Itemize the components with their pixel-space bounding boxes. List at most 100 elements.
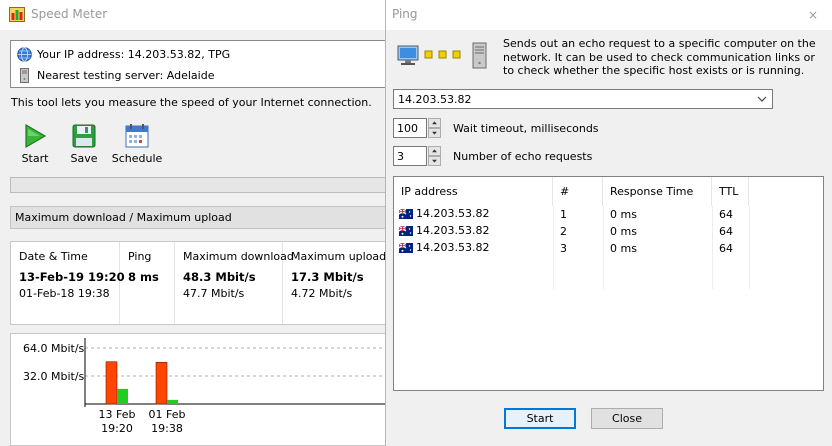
measurement-mode-label: Maximum download / Maximum upload bbox=[15, 211, 232, 224]
chart-y-tick-label: 32.0 Mbit/s bbox=[23, 370, 85, 383]
australia-flag-icon bbox=[399, 225, 413, 236]
ip-address-row: Your IP address: 14.203.53.82, TPG bbox=[17, 47, 230, 62]
results-column-date: Date & Time 13-Feb-19 19:20 01-Feb-18 19… bbox=[11, 242, 125, 324]
spin-up-arrow-icon[interactable] bbox=[428, 118, 441, 128]
ping-close-button[interactable]: Close bbox=[591, 408, 663, 429]
spin-down-arrow-icon[interactable] bbox=[428, 128, 441, 138]
server-tower-icon bbox=[472, 42, 487, 69]
chart-x-tick-label: 13 Feb bbox=[99, 408, 136, 421]
connection-info-panel: Your IP address: 14.203.53.82, TPG Neare… bbox=[10, 40, 385, 88]
row-number: 1 bbox=[560, 208, 567, 221]
speed-history-chart-svg: 64.0 Mbit/s 32.0 Mbit/s 13 Feb19:20 01 Feb1… bbox=[23, 338, 385, 435]
ping-results-list[interactable]: IP address # Response Time TTL 14.203.53… bbox=[393, 176, 824, 391]
column-header-response-time[interactable]: Response Time bbox=[603, 177, 712, 206]
globe-icon bbox=[17, 47, 32, 62]
speed-meter-app-icon bbox=[9, 7, 25, 22]
echo-count-spinner[interactable]: 3 bbox=[393, 146, 441, 166]
speed-results-table: Date & Time 13-Feb-19 19:20 01-Feb-18 19… bbox=[10, 241, 386, 325]
table-row[interactable]: 14.203.53.82 2 0 ms 64 bbox=[394, 223, 825, 240]
timeout-input[interactable]: 100 bbox=[393, 118, 427, 138]
row-ip-address: 14.203.53.82 bbox=[416, 241, 490, 254]
chart-bar bbox=[155, 361, 168, 405]
latest-ping: 8 ms bbox=[128, 270, 159, 284]
previous-upload: 4.72 Mbit/s bbox=[291, 287, 353, 300]
table-row[interactable]: 14.203.53.82 3 0 ms 64 bbox=[394, 240, 825, 257]
row-response-time: 0 ms bbox=[610, 225, 637, 238]
ping-start-button[interactable]: Start bbox=[504, 408, 576, 429]
spin-down-arrow-icon[interactable] bbox=[428, 156, 441, 166]
echo-count-input[interactable]: 3 bbox=[393, 146, 427, 166]
latest-date: 13-Feb-19 19:20 bbox=[19, 270, 125, 284]
results-column-ping: Ping 8 ms bbox=[120, 242, 175, 324]
testing-server-text: Nearest testing server: Adelaide bbox=[37, 69, 215, 82]
test-progress-bar bbox=[10, 177, 385, 193]
chart-x-tick-label: 01 Feb bbox=[149, 408, 186, 421]
floppy-disk-icon bbox=[72, 124, 96, 148]
start-test-label: Start bbox=[21, 152, 49, 165]
row-number: 2 bbox=[560, 225, 567, 238]
column-header-ttl[interactable]: TTL bbox=[712, 177, 749, 206]
previous-download: 47.7 Mbit/s bbox=[183, 287, 245, 300]
timeout-spinner[interactable]: 100 bbox=[393, 118, 441, 138]
ping-network-icon bbox=[397, 42, 487, 69]
target-host-value: 14.203.53.82 bbox=[398, 93, 472, 106]
row-ttl: 64 bbox=[719, 242, 733, 255]
column-header-ip-address[interactable]: IP address bbox=[394, 177, 553, 206]
australia-flag-icon bbox=[399, 242, 413, 253]
row-response-time: 0 ms bbox=[610, 208, 637, 221]
australia-flag-icon bbox=[399, 208, 413, 219]
chevron-down-icon[interactable] bbox=[756, 92, 768, 106]
table-row[interactable]: 14.203.53.82 1 0 ms 64 bbox=[394, 206, 825, 223]
speed-meter-titlebar[interactable]: Speed Meter bbox=[0, 0, 385, 30]
speed-meter-window: Speed Meter Your IP address: 14.203.53.8… bbox=[0, 0, 386, 446]
ping-description: Sends out an echo request to a specific … bbox=[503, 37, 816, 77]
play-icon bbox=[25, 123, 47, 149]
save-results-button[interactable]: Save bbox=[58, 123, 110, 167]
speed-meter-description: This tool lets you measure the speed of … bbox=[11, 96, 372, 109]
results-header-upload: Maximum upload bbox=[291, 250, 387, 263]
previous-date: 01-Feb-18 19:38 bbox=[19, 287, 110, 300]
timeout-spin-buttons bbox=[428, 118, 441, 138]
echo-count-spin-buttons bbox=[428, 146, 441, 166]
chart-bar bbox=[167, 399, 178, 404]
row-ttl: 64 bbox=[719, 208, 733, 221]
schedule-label: Schedule bbox=[111, 152, 163, 165]
row-ttl: 64 bbox=[719, 225, 733, 238]
ping-window: Ping × Sends out an echo request to a sp… bbox=[385, 0, 832, 446]
results-header-ping: Ping bbox=[128, 250, 152, 263]
schedule-button[interactable]: Schedule bbox=[109, 123, 165, 167]
start-test-button[interactable]: Start bbox=[9, 123, 61, 167]
speed-history-chart: 64.0 Mbit/s 32.0 Mbit/s 13 Feb 19:20 01 Feb 1… bbox=[10, 333, 385, 446]
target-host-combobox[interactable]: 14.203.53.82 bbox=[393, 89, 773, 109]
results-header-date: Date & Time bbox=[19, 250, 88, 263]
latest-download: 48.3 Mbit/s bbox=[183, 270, 256, 284]
calendar-icon bbox=[125, 124, 149, 148]
spin-up-arrow-icon[interactable] bbox=[428, 146, 441, 156]
save-results-label: Save bbox=[70, 152, 98, 165]
chart-x-tick-label: 19:38 bbox=[151, 422, 183, 435]
results-header-download: Maximum download bbox=[183, 250, 294, 263]
ping-titlebar[interactable]: Ping × bbox=[386, 0, 832, 30]
results-column-upload: Maximum upload 17.3 Mbit/s 4.72 Mbit/s bbox=[283, 242, 386, 324]
results-column-download: Maximum download 48.3 Mbit/s 47.7 Mbit/s bbox=[175, 242, 294, 324]
chart-x-tick-label: 19:20 bbox=[101, 422, 133, 435]
ip-address-text: Your IP address: 14.203.53.82, TPG bbox=[37, 48, 231, 61]
chart-bar bbox=[105, 361, 118, 405]
ping-window-close-button[interactable]: × bbox=[805, 7, 821, 23]
latest-upload: 17.3 Mbit/s bbox=[291, 270, 364, 284]
row-response-time: 0 ms bbox=[610, 242, 637, 255]
chart-bar bbox=[117, 388, 128, 404]
row-ip-address: 14.203.53.82 bbox=[416, 224, 490, 237]
row-ip-address: 14.203.53.82 bbox=[416, 207, 490, 220]
measurement-mode-bar[interactable]: Maximum download / Maximum upload bbox=[10, 206, 385, 229]
monitor-icon bbox=[397, 45, 419, 65]
chart-y-tick-label: 64.0 Mbit/s bbox=[23, 342, 85, 355]
row-number: 3 bbox=[560, 242, 567, 255]
ping-title: Ping bbox=[392, 7, 418, 21]
timeout-label: Wait timeout, milliseconds bbox=[453, 122, 599, 135]
server-icon bbox=[20, 68, 29, 83]
echo-count-label: Number of echo requests bbox=[453, 150, 593, 163]
testing-server-row: Nearest testing server: Adelaide bbox=[17, 68, 214, 83]
speed-meter-title: Speed Meter bbox=[31, 7, 108, 21]
column-header-number[interactable]: # bbox=[553, 177, 603, 206]
